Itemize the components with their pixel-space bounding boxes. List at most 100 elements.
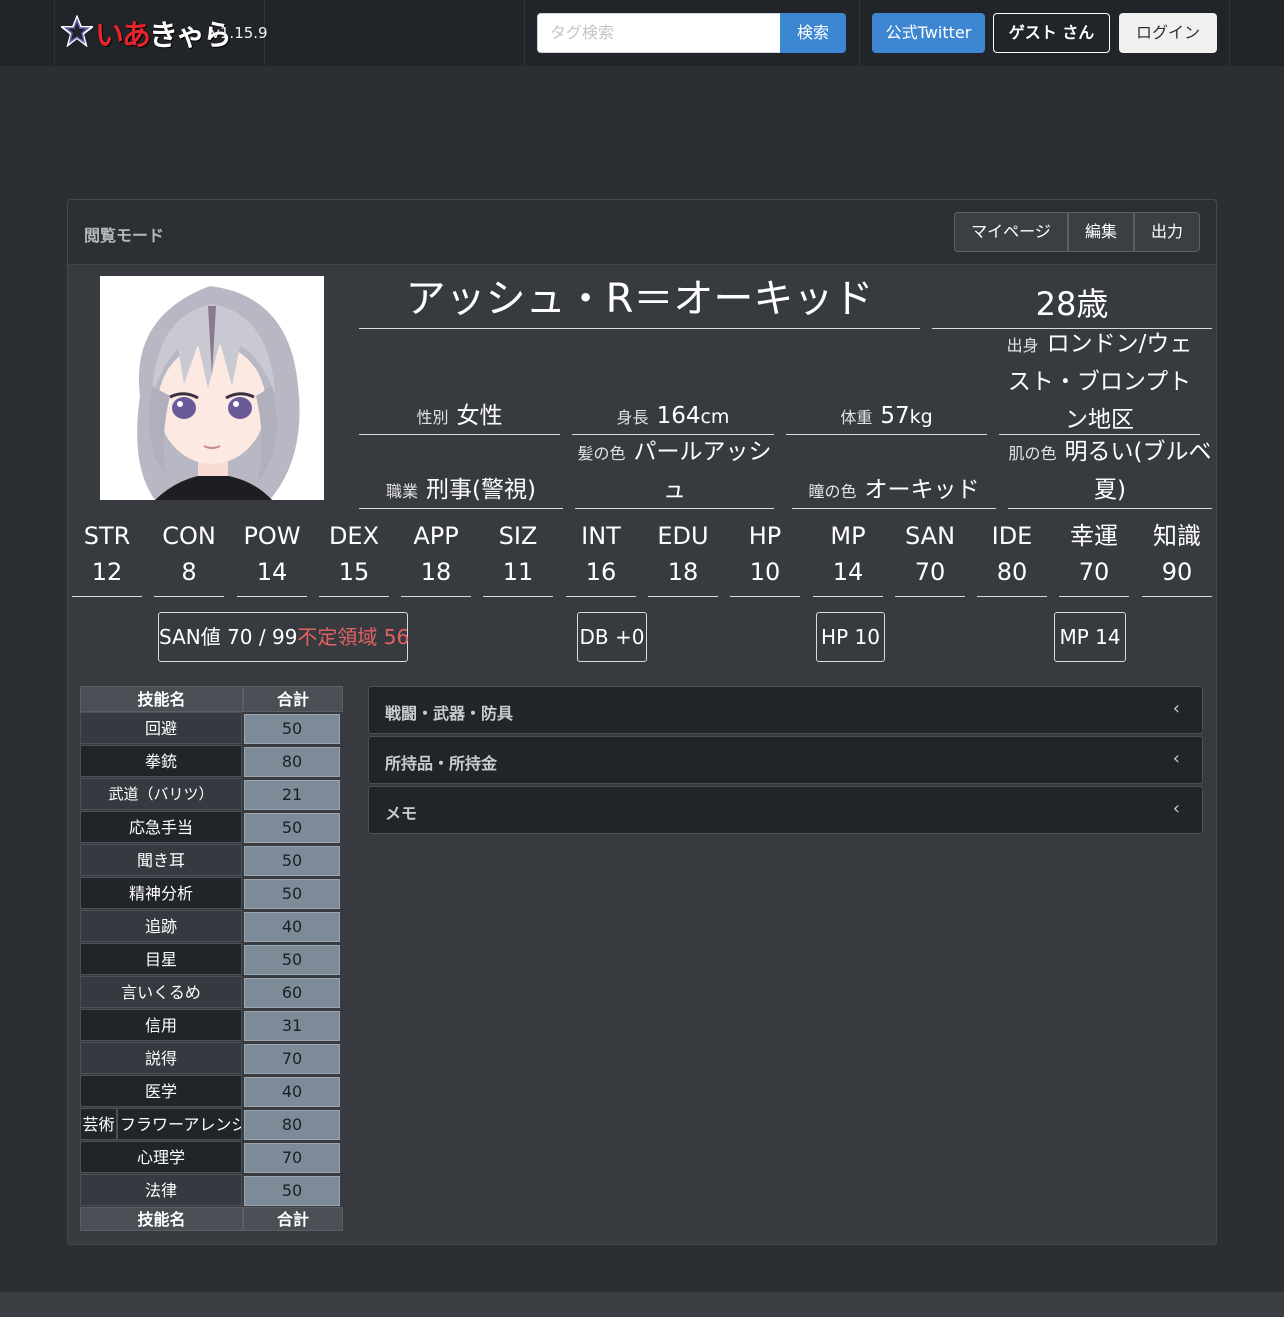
skill-value: 70 — [244, 1143, 340, 1173]
stat-siz: SIZ 11 — [483, 518, 553, 597]
search-input[interactable]: タグ検索 — [537, 13, 781, 53]
navbar: いあきゃら v1.15.9 タグ検索 検索 公式Twitter ゲスト さん ロ… — [0, 0, 1284, 66]
skill-category: 芸術 — [80, 1108, 117, 1140]
login-button[interactable]: ログイン — [1119, 13, 1217, 53]
skill-name-header: 技能名 — [80, 686, 243, 712]
search-button[interactable]: 検索 — [780, 13, 846, 53]
skill-value: 50 — [244, 846, 340, 876]
skill-name: 精神分析 — [80, 877, 242, 909]
version-label: v1.15.9 — [211, 24, 268, 42]
san-box: SAN値 70 / 99不定領域 56 — [158, 612, 410, 662]
eye-label: 瞳の色 — [808, 482, 857, 501]
page-footer — [0, 1292, 1284, 1317]
export-button[interactable]: 出力 — [1134, 212, 1200, 252]
skill-value: 50 — [244, 879, 340, 909]
edit-button[interactable]: 編集 — [1068, 212, 1134, 252]
stat-name: APP — [413, 522, 459, 550]
twitter-button[interactable]: 公式Twitter — [872, 13, 985, 53]
gender-field: 性別 女性 — [359, 396, 560, 435]
nav-divider — [859, 0, 860, 66]
skill-name: 追跡 — [80, 910, 242, 942]
skill-row: 拳銃 80 — [80, 745, 343, 778]
job-field: 職業 刑事(警視) — [359, 470, 563, 509]
brand[interactable]: いあきゃら v1.15.9 — [54, 0, 268, 66]
weight-label: 体重 — [840, 408, 873, 427]
stat-value: 18 — [667, 558, 699, 586]
origin-field: 出身 ロンドン/ウェスト・ブロンプトン地区 — [999, 326, 1200, 435]
skill-name: 医学 — [80, 1075, 242, 1107]
skill-name-footer: 技能名 — [80, 1207, 243, 1231]
skill-row: 回避 50 — [80, 712, 343, 745]
skill-value: 21 — [244, 780, 340, 810]
skill-total-header: 合計 — [243, 686, 343, 712]
stat-name: 知識 — [1153, 522, 1201, 550]
gender-label: 性別 — [416, 408, 449, 427]
stat-name: MP — [830, 522, 866, 550]
mypage-button[interactable]: マイページ — [954, 212, 1068, 252]
stat-name: SAN — [904, 522, 956, 550]
mp-box: MP 14 — [1054, 612, 1126, 662]
stat-value: 8 — [181, 558, 197, 586]
chevron-left-icon: ‹ — [1172, 748, 1180, 769]
accordion-combat[interactable]: 戦闘・武器・防具 ‹ — [368, 686, 1203, 734]
height-field: 身長 164cm — [572, 396, 774, 435]
stat-value: 11 — [502, 558, 534, 586]
stat-int: INT 16 — [566, 518, 636, 597]
weight-unit: kg — [909, 406, 933, 428]
stat-luck: 幸運 70 — [1059, 518, 1129, 597]
accordion-title: 所持品・所持金 — [385, 754, 498, 773]
stat-name: SIZ — [498, 522, 538, 550]
san-indefinite: 不定領域 56 — [297, 625, 410, 649]
eye-field: 瞳の色 オーキッド — [792, 470, 996, 509]
skill-value: 60 — [244, 978, 340, 1008]
accordion-memo[interactable]: メモ ‹ — [368, 786, 1203, 834]
chevron-left-icon: ‹ — [1172, 798, 1180, 819]
star-logo-icon — [61, 15, 93, 47]
stat-value: 70 — [914, 558, 946, 586]
skill-row: 説得 70 — [80, 1042, 343, 1075]
skill-name: 言いくるめ — [80, 976, 242, 1008]
accordion-title: メモ — [385, 804, 418, 823]
skill-row: 武道（バリツ） 21 — [80, 778, 343, 811]
stat-name: STR — [83, 522, 131, 550]
stat-name: DEX — [328, 522, 380, 550]
origin-label: 出身 — [1006, 336, 1039, 355]
skill-name: 法律 — [80, 1174, 242, 1206]
stat-value: 12 — [91, 558, 123, 586]
stat-name: IDE — [991, 522, 1033, 550]
skill-row: 精神分析 50 — [80, 877, 343, 910]
stat-name: HP — [748, 522, 782, 550]
skill-value: 50 — [244, 813, 340, 843]
chevron-left-icon: ‹ — [1172, 698, 1180, 719]
character-name-field: アッシュ・R＝オーキッド — [359, 276, 920, 329]
accordion-items[interactable]: 所持品・所持金 ‹ — [368, 736, 1203, 784]
stat-str: STR 12 — [72, 518, 142, 597]
stat-name: 幸運 — [1070, 522, 1118, 550]
skill-value: 80 — [244, 747, 340, 777]
skill-name: 武道（バリツ） — [80, 778, 242, 810]
height-value: 164 — [656, 403, 701, 429]
skill-name: 応急手当 — [80, 811, 242, 843]
character-portrait-image — [100, 276, 324, 500]
stat-value: 15 — [338, 558, 370, 586]
stat-ide: IDE 80 — [977, 518, 1047, 597]
skill-table-footer: 技能名 合計 — [80, 1207, 343, 1231]
character-name: アッシュ・R＝オーキッド — [405, 276, 874, 322]
stat-edu: EDU 18 — [648, 518, 718, 597]
stat-value: 16 — [585, 558, 617, 586]
skill-row: 芸術 フラワーアレンジメント 80 — [80, 1108, 343, 1141]
stat-san: SAN 70 — [895, 518, 965, 597]
nav-divider — [1229, 0, 1230, 66]
skill-table-header: 技能名 合計 — [80, 686, 343, 712]
skill-value: 70 — [244, 1044, 340, 1074]
job-value: 刑事(警視) — [426, 477, 536, 503]
skill-row: 法律 50 — [80, 1174, 343, 1207]
view-mode-label: 閲覧モード — [84, 226, 165, 245]
stat-hp: HP 10 — [730, 518, 800, 597]
brand-logo: いあきゃら — [95, 18, 232, 52]
age-field: 28歳 — [932, 276, 1212, 329]
stat-app: APP 18 — [401, 518, 471, 597]
weight-value: 57 — [880, 403, 910, 429]
guest-user-button[interactable]: ゲスト さん — [993, 13, 1110, 53]
skill-row: 信用 31 — [80, 1009, 343, 1042]
